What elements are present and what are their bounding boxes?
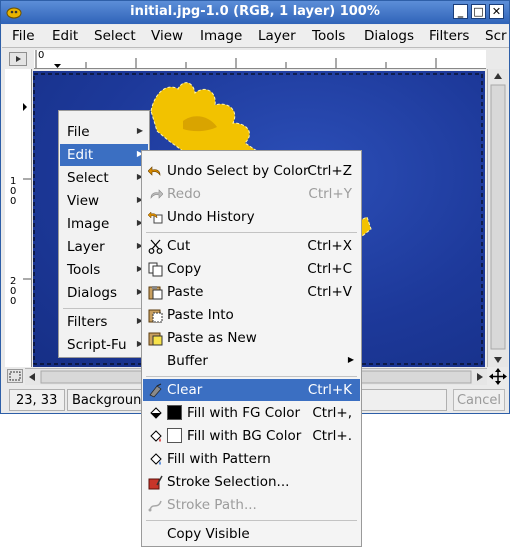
menu-item-stroke-path[interactable]: Stroke Path... bbox=[143, 494, 360, 516]
context-menu-item-file[interactable]: File ▶ bbox=[60, 121, 148, 143]
menu-layer[interactable]: Layer bbox=[258, 28, 296, 44]
context-menu-item-dialogs[interactable]: Dialogs ▶ bbox=[60, 282, 148, 304]
menu-script-fu[interactable]: Scr bbox=[485, 28, 507, 44]
menu-item-paste-as-new[interactable]: Paste as New bbox=[143, 327, 360, 349]
context-menu-item-view[interactable]: View ▶ bbox=[60, 190, 148, 212]
redo-icon bbox=[150, 189, 163, 199]
menu-separator bbox=[146, 376, 357, 377]
paste-into-icon bbox=[148, 309, 163, 323]
menu-item-redo[interactable]: Redo Ctrl+Y bbox=[143, 183, 360, 205]
window-title: initial.jpg-1.0 (RGB, 1 layer) 100% bbox=[130, 4, 380, 19]
menu-item-paste-into[interactable]: Paste Into bbox=[143, 304, 360, 326]
pointer-coordinates: 23, 33 bbox=[9, 389, 65, 411]
menu-view[interactable]: View bbox=[151, 28, 183, 44]
menu-separator bbox=[146, 520, 357, 521]
menu-item-cut[interactable]: Cut Ctrl+X bbox=[143, 235, 360, 257]
context-menu-item-tools[interactable]: Tools ▶ bbox=[60, 259, 148, 281]
quick-mask-menu-button[interactable] bbox=[9, 52, 27, 66]
menu-item-fill-pattern[interactable]: Fill with Pattern bbox=[143, 448, 360, 470]
menu-item-fill-bg[interactable]: Fill with BG Color Ctrl+. bbox=[143, 425, 360, 447]
bg-color-swatch bbox=[167, 428, 182, 443]
menu-item-copy[interactable]: Copy Ctrl+C bbox=[143, 258, 360, 280]
menu-filters[interactable]: Filters bbox=[429, 28, 469, 44]
context-menu-item-filters[interactable]: Filters ▶ bbox=[60, 311, 148, 333]
undo-history-icon bbox=[148, 211, 163, 224]
menu-separator bbox=[146, 232, 357, 233]
navigate-cross-icon bbox=[489, 368, 507, 385]
vertical-scrollbar[interactable] bbox=[487, 69, 508, 367]
ruler-tick-label: 0 bbox=[38, 50, 45, 61]
menu-file[interactable]: File bbox=[12, 28, 35, 44]
fg-color-swatch bbox=[167, 405, 182, 420]
scroll-up-icon bbox=[494, 73, 502, 79]
image-context-menu: File ▶ Edit ▶ Select ▶ View ▶ Image ▶ Layer ▶ … bbox=[58, 110, 150, 358]
scroll-down-icon bbox=[494, 357, 502, 363]
clear-icon bbox=[149, 383, 162, 398]
context-menu-item-image[interactable]: Image ▶ bbox=[60, 213, 148, 235]
menu-item-copy-visible[interactable]: Copy Visible bbox=[143, 523, 360, 545]
bucket-icon bbox=[150, 430, 162, 442]
submenu-arrow-icon: ▶ bbox=[347, 355, 354, 364]
menu-tools[interactable]: Tools bbox=[312, 28, 345, 44]
maximize-button[interactable]: □ bbox=[471, 4, 486, 19]
menu-image[interactable]: Image bbox=[200, 28, 242, 44]
context-menu-item-layer[interactable]: Layer ▶ bbox=[60, 236, 148, 258]
cancel-button[interactable]: Cancel bbox=[453, 389, 505, 411]
vertical-ruler[interactable]: 100 200 bbox=[5, 69, 32, 367]
menu-item-undo[interactable]: Undo Select by Color Ctrl+Z bbox=[143, 160, 360, 182]
menu-bar: File Edit Select View Image Layer Tools … bbox=[2, 25, 509, 48]
menu-item-stroke-selection[interactable]: Stroke Selection... bbox=[143, 471, 360, 493]
stroke-path-icon bbox=[148, 500, 162, 512]
edit-submenu: Undo Select by Color Ctrl+Z Redo Ctrl+Y … bbox=[141, 150, 362, 547]
bucket-icon bbox=[150, 453, 162, 465]
context-menu-item-script-fu[interactable]: Script-Fu ▶ bbox=[60, 334, 148, 356]
copy-icon bbox=[148, 262, 163, 277]
context-menu-item-edit[interactable]: Edit ▶ bbox=[60, 144, 148, 166]
scroll-left-icon bbox=[29, 373, 35, 381]
menu-item-buffer[interactable]: Buffer ▶ bbox=[143, 350, 360, 372]
menu-item-clear[interactable]: Clear Ctrl+K bbox=[143, 379, 360, 401]
ruler-pointer-icon bbox=[54, 64, 61, 68]
minimize-button[interactable]: _ bbox=[453, 4, 468, 19]
zoom-fit-button[interactable] bbox=[7, 369, 23, 383]
menu-arrow-icon bbox=[16, 56, 21, 62]
menu-dialogs[interactable]: Dialogs bbox=[364, 28, 414, 44]
submenu-arrow-icon: ▶ bbox=[136, 126, 143, 135]
menu-separator bbox=[63, 308, 145, 309]
menu-edit[interactable]: Edit bbox=[52, 28, 78, 44]
context-menu-item-select[interactable]: Select ▶ bbox=[60, 167, 148, 189]
fit-icon bbox=[9, 371, 21, 381]
paste-new-icon bbox=[148, 332, 163, 346]
menu-item-undo-history[interactable]: Undo History bbox=[143, 206, 360, 228]
ruler-tick-label: 200 bbox=[10, 276, 17, 307]
menu-select[interactable]: Select bbox=[94, 28, 136, 44]
ruler-tick-label: 100 bbox=[10, 176, 17, 207]
menu-item-paste[interactable]: Paste Ctrl+V bbox=[143, 281, 360, 303]
scroll-right-icon bbox=[477, 373, 483, 381]
menu-item-fill-fg[interactable]: Fill with FG Color Ctrl+, bbox=[143, 402, 360, 424]
paste-icon bbox=[148, 286, 163, 300]
undo-icon bbox=[148, 166, 161, 176]
horizontal-ruler[interactable]: 0 bbox=[34, 50, 486, 69]
ruler-pointer-icon bbox=[23, 103, 27, 111]
navigate-button[interactable] bbox=[489, 368, 507, 385]
bucket-icon bbox=[150, 407, 162, 419]
title-bar[interactable]: initial.jpg-1.0 (RGB, 1 layer) 100% _ □ … bbox=[1, 1, 509, 24]
scissors-icon bbox=[148, 239, 163, 254]
stroke-selection-icon bbox=[148, 475, 163, 490]
close-button[interactable]: ✕ bbox=[489, 4, 504, 19]
